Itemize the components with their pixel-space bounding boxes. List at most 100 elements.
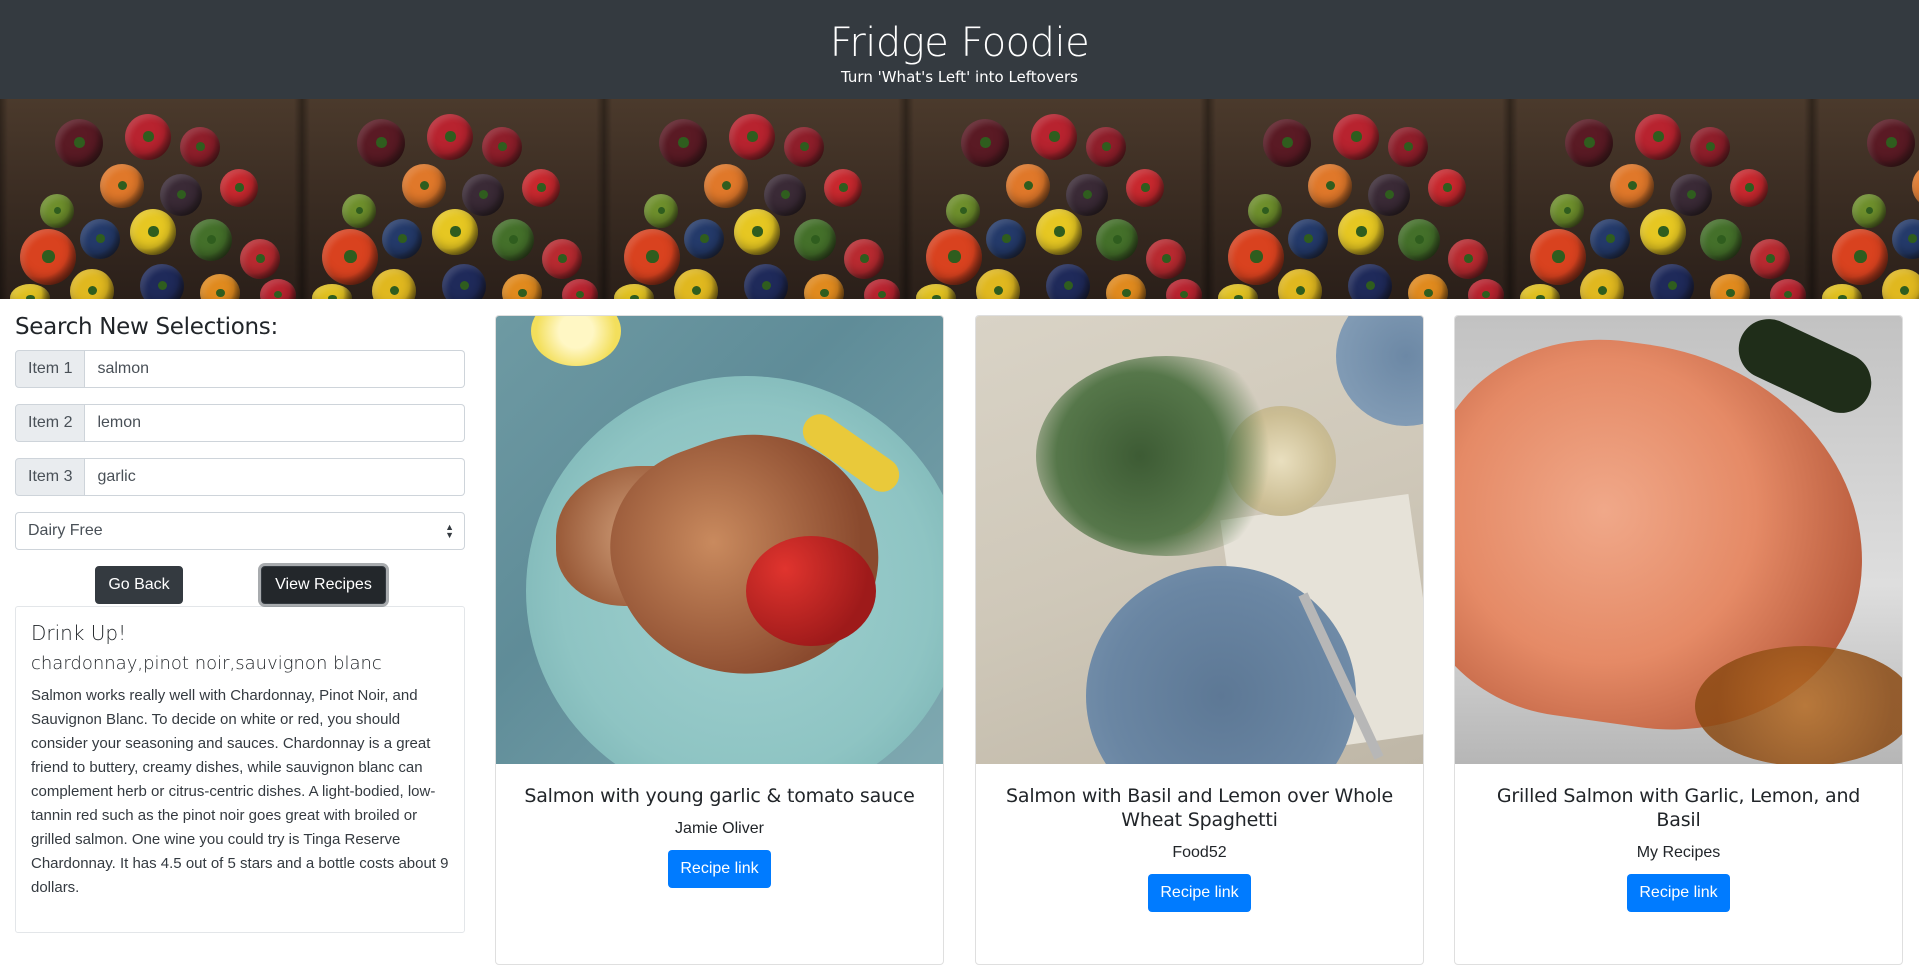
tomato-decoration: [1867, 119, 1915, 167]
tomato-decoration: [824, 169, 862, 207]
tomato-decoration: [1468, 279, 1504, 299]
tomato-decoration: [1263, 119, 1311, 167]
recipe-link-button[interactable]: Recipe link: [1627, 874, 1730, 912]
tomato-decoration: [986, 219, 1026, 259]
search-sidebar: Search New Selections: Item 1 salmon Ite…: [15, 314, 465, 933]
tomato-decoration: [260, 279, 296, 299]
tomato-decoration: [916, 284, 956, 299]
tomato-decoration: [1066, 174, 1108, 216]
tomato-decoration: [704, 164, 748, 208]
tomato-decoration: [1700, 219, 1742, 261]
tomato-decoration: [804, 274, 844, 299]
recipe-title: Salmon with young garlic & tomato sauce: [524, 785, 915, 807]
select-arrows-icon: ▲ ▼: [445, 522, 454, 540]
tomato-decoration: [1388, 127, 1428, 167]
recipe-card: Grilled Salmon with Garlic, Lemon, and B…: [1454, 315, 1903, 965]
tomato-decoration: [684, 219, 724, 259]
tomato-decoration: [1288, 219, 1328, 259]
wine-description: Salmon works really well with Chardonnay…: [31, 687, 449, 896]
recipe-link-button[interactable]: Recipe link: [1148, 874, 1251, 912]
tomato-decoration: [844, 239, 884, 279]
wine-heading: Drink Up!: [31, 621, 127, 645]
tomato-decoration: [961, 119, 1009, 167]
tomato-decoration: [976, 269, 1020, 299]
tomato-decoration: [1590, 219, 1630, 259]
tomato-decoration: [240, 239, 280, 279]
tomato-decoration: [220, 169, 258, 207]
item-3-input[interactable]: garlic: [85, 458, 465, 496]
tomato-decoration: [1308, 164, 1352, 208]
tomato-decoration: [10, 284, 50, 299]
tomato-decoration: [926, 229, 982, 285]
recipe-card: Salmon with young garlic & tomato sauce …: [495, 315, 944, 965]
recipe-link-button[interactable]: Recipe link: [668, 850, 771, 888]
view-recipes-button[interactable]: View Recipes: [261, 566, 386, 604]
tomato-decoration: [1086, 127, 1126, 167]
tomato-decoration: [1550, 194, 1584, 228]
tomato-decoration: [1218, 284, 1258, 299]
tomato-decoration: [502, 274, 542, 299]
tomato-decoration: [1096, 219, 1138, 261]
tomato-decoration: [794, 219, 836, 261]
diet-select[interactable]: Dairy Free ▲ ▼: [15, 512, 465, 550]
tomato-decoration: [80, 219, 120, 259]
tomato-decoration: [190, 219, 232, 261]
tomato-decoration: [1650, 264, 1694, 299]
tomato-decoration: [744, 264, 788, 299]
tomato-decoration: [644, 194, 678, 228]
recipe-source: Jamie Oliver: [675, 820, 764, 837]
site-tagline: Turn 'What's Left' into Leftovers: [841, 68, 1078, 86]
recipe-image[interactable]: [1455, 316, 1902, 764]
tomato-decoration: [1031, 114, 1077, 160]
tomato-decoration: [1580, 269, 1624, 299]
tomato-decoration: [492, 219, 534, 261]
recipe-source: Food52: [1172, 844, 1227, 861]
tomato-decoration: [562, 279, 598, 299]
recipe-image[interactable]: [496, 316, 943, 764]
tomato-decoration: [729, 114, 775, 160]
tomato-decoration: [130, 209, 176, 255]
tomato-decoration: [20, 229, 76, 285]
item-1-group: Item 1 salmon: [15, 350, 465, 388]
tomato-decoration: [1610, 164, 1654, 208]
tomato-decoration: [160, 174, 202, 216]
go-back-button[interactable]: Go Back: [95, 566, 183, 604]
tomato-decoration: [1520, 284, 1560, 299]
tomato-decoration: [1912, 164, 1919, 208]
recipe-source: My Recipes: [1636, 844, 1721, 861]
item-3-group: Item 3 garlic: [15, 458, 465, 496]
tomato-decoration: [140, 264, 184, 299]
tomato-decoration: [382, 219, 422, 259]
tomato-decoration: [100, 164, 144, 208]
tomato-decoration: [946, 194, 980, 228]
tomato-decoration: [482, 127, 522, 167]
site-header: Fridge Foodie Turn 'What's Left' into Le…: [0, 0, 1919, 99]
tomato-decoration: [402, 164, 446, 208]
tomato-decoration: [624, 229, 680, 285]
tomato-decoration: [70, 269, 114, 299]
tomato-decoration: [1046, 264, 1090, 299]
recipe-image[interactable]: [976, 316, 1423, 764]
tomato-decoration: [522, 169, 560, 207]
tomato-decoration: [1398, 219, 1440, 261]
tomato-decoration: [180, 127, 220, 167]
tomato-decoration: [427, 114, 473, 160]
tomato-decoration: [1730, 169, 1768, 207]
tomato-decoration: [40, 194, 74, 228]
tomato-decoration: [764, 174, 806, 216]
tomato-decoration: [784, 127, 824, 167]
tomato-decoration: [1278, 269, 1322, 299]
item-1-input[interactable]: salmon: [85, 350, 465, 388]
tomato-decoration: [1348, 264, 1392, 299]
tomato-decoration: [1146, 239, 1186, 279]
tomato-decoration: [542, 239, 582, 279]
tomato-decoration: [200, 274, 240, 299]
diet-select-value: Dairy Free: [28, 522, 103, 539]
tomato-decoration: [1852, 194, 1886, 228]
item-2-group: Item 2 lemon: [15, 404, 465, 442]
item-2-input[interactable]: lemon: [85, 404, 465, 442]
tomato-decoration: [674, 269, 718, 299]
tomato-decoration: [614, 284, 654, 299]
item-1-label: Item 1: [15, 350, 86, 388]
tomato-decoration: [1565, 119, 1613, 167]
